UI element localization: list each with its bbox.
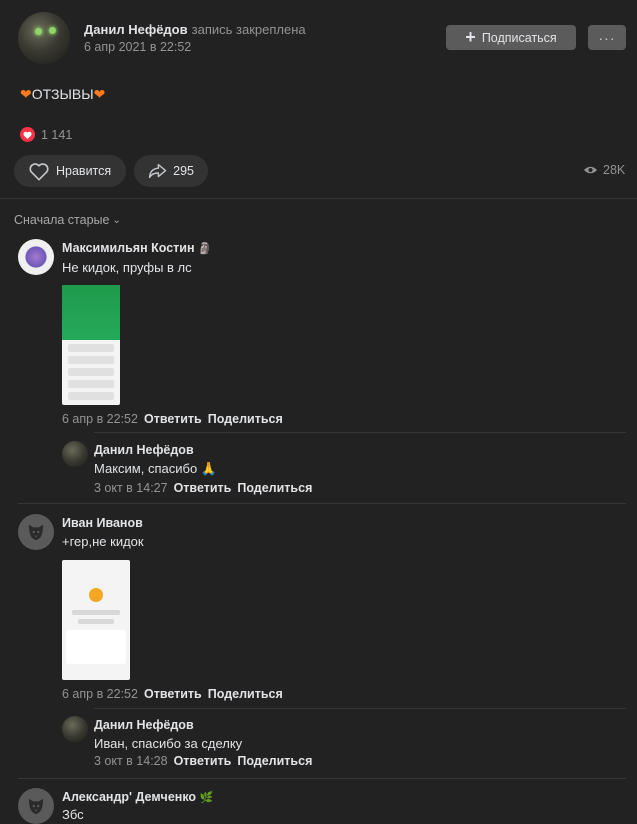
commenter-avatar[interactable] [18, 788, 54, 824]
reply-text: Максим, спасибо 🙏 [94, 461, 217, 476]
comment-author[interactable]: Александр' Демченко 🌿 [62, 790, 213, 804]
comment-attachment-image[interactable] [62, 560, 130, 680]
post-author[interactable]: Данил Нефёдов запись закреплена [84, 22, 306, 37]
comment-author-name[interactable]: Александр' Демченко [62, 790, 196, 804]
reply-date[interactable]: 3 окт в 14:27 [94, 481, 168, 495]
commenter-avatar[interactable] [18, 514, 54, 550]
reply-button[interactable]: Ответить [174, 481, 232, 495]
post-author-name[interactable]: Данил Нефёдов [84, 22, 188, 37]
sort-selector[interactable]: Сначала старые ⌄ [14, 213, 121, 227]
share-comment-button[interactable]: Поделиться [208, 687, 283, 701]
reply-avatar[interactable] [62, 716, 88, 742]
reply-meta: 3 окт в 14:28 Ответить Поделиться [94, 754, 312, 768]
orange-heart-icon: ❤ [20, 86, 32, 102]
comment-attachment-image[interactable] [62, 285, 120, 405]
divider [94, 708, 626, 709]
dog-icon [28, 798, 44, 815]
divider [18, 778, 626, 779]
comment-text: Не кидок, пруфы в лс [62, 260, 192, 275]
post-date[interactable]: 6 апр 2021 в 22:52 [84, 40, 191, 54]
comment-author[interactable]: Иван Иванов [62, 516, 143, 530]
reply-author[interactable]: Данил Нефёдов [94, 718, 194, 732]
reply-meta: 3 окт в 14:27 Ответить Поделиться [94, 481, 312, 495]
like-button[interactable]: Нравится [14, 155, 126, 187]
post-text-content: ОТЗЫВЫ [31, 86, 94, 102]
post-text: ❤ОТЗЫВЫ❤ [20, 86, 105, 103]
divider [18, 503, 626, 504]
reply-text: Иван, спасибо за сделку [94, 736, 243, 751]
more-icon: ··· [598, 29, 616, 46]
reply-button[interactable]: Ответить [144, 687, 202, 701]
heart-outline-icon [29, 162, 49, 180]
comment-date[interactable]: 6 апр в 22:52 [62, 687, 138, 701]
shares-count: 295 [173, 164, 194, 178]
heart-reaction-icon [20, 127, 35, 142]
like-label: Нравится [56, 164, 112, 178]
reply-button[interactable]: Ответить [174, 754, 232, 768]
pinned-label: запись закреплена [191, 22, 306, 37]
comment-meta: 6 апр в 22:52 Ответить Поделиться [62, 687, 283, 701]
comment-author-name[interactable]: Максимильян Костин [62, 241, 195, 255]
subscribe-label: Подписаться [481, 30, 557, 45]
views-counter: 28K [583, 163, 625, 177]
divider [94, 432, 626, 433]
reply-date[interactable]: 3 окт в 14:28 [94, 754, 168, 768]
leaf-emoji-icon: 🌿 [199, 792, 214, 804]
share-comment-button[interactable]: Поделиться [237, 481, 312, 495]
reply-button[interactable]: Ответить [144, 412, 202, 426]
comment-meta: 6 апр в 22:52 Ответить Поделиться [62, 412, 283, 426]
divider [0, 198, 637, 199]
share-arrow-icon [148, 163, 167, 179]
share-comment-button[interactable]: Поделиться [237, 754, 312, 768]
comment-text: Збс [62, 807, 84, 822]
commenter-avatar[interactable] [18, 239, 54, 275]
subscribe-button[interactable]: + Подписаться [446, 25, 576, 50]
reply-avatar[interactable] [62, 441, 88, 467]
comment-text: +гер,не кидок [62, 534, 144, 549]
share-comment-button[interactable]: Поделиться [208, 412, 283, 426]
reply-author[interactable]: Данил Нефёдов [94, 443, 194, 457]
plus-icon: + [465, 26, 476, 47]
orange-heart-icon: ❤ [93, 86, 106, 102]
comment-author[interactable]: Максимильян Костин 🗿 [62, 241, 212, 255]
author-avatar[interactable] [18, 12, 70, 64]
comment-date[interactable]: 6 апр в 22:52 [62, 412, 138, 426]
chevron-down-icon: ⌄ [112, 214, 121, 226]
sort-label: Сначала старые [14, 213, 110, 227]
more-options-button[interactable]: ··· [588, 25, 626, 50]
eye-icon [583, 166, 598, 174]
dog-icon [28, 524, 44, 541]
likes-count: 1 141 [41, 127, 73, 142]
share-button[interactable]: 295 [134, 155, 208, 187]
reactions-summary[interactable]: 1 141 [20, 127, 72, 142]
moai-emoji-icon: 🗿 [198, 243, 212, 255]
views-count: 28K [603, 163, 626, 177]
